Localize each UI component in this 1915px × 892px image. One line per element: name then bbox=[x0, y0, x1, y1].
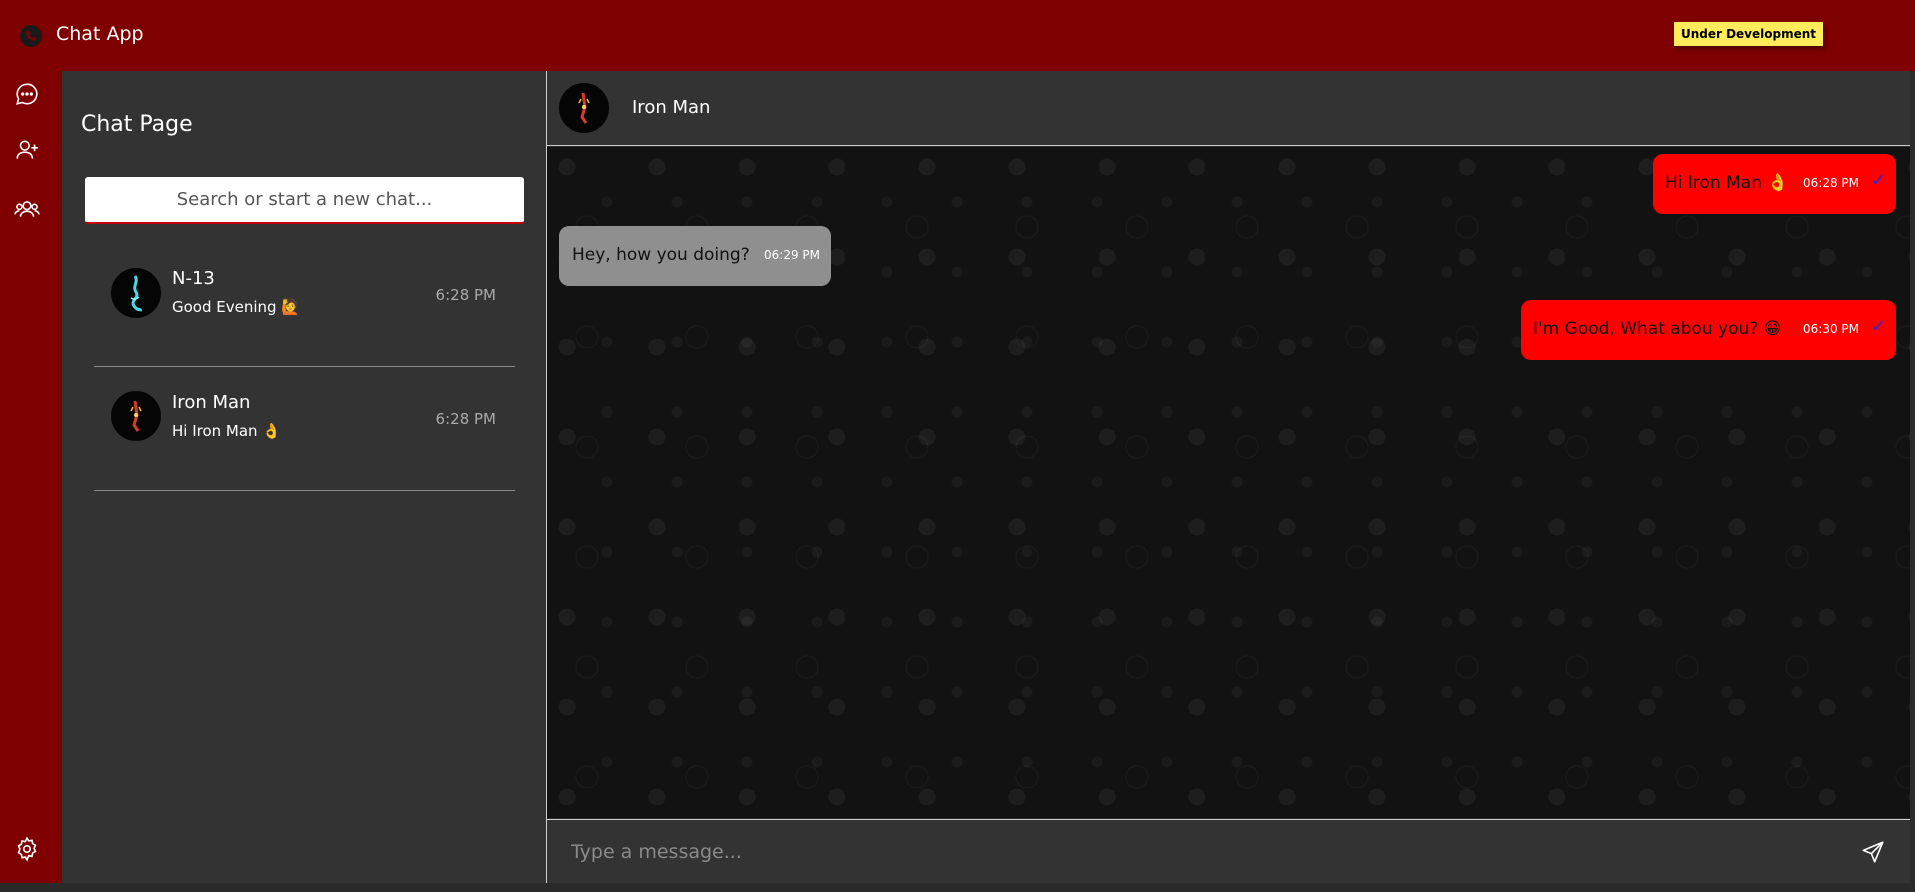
chat-preview: Hi Iron Man 👌 bbox=[172, 422, 282, 440]
message-composer bbox=[547, 819, 1910, 883]
chat-preview: Good Evening 🙋 bbox=[172, 298, 300, 316]
message-incoming: Hey, how you doing? 06:29 PM bbox=[559, 226, 831, 286]
chat-name: Iron Man bbox=[172, 392, 251, 413]
chat-time: 6:28 PM bbox=[435, 286, 496, 304]
avatar[interactable] bbox=[559, 83, 609, 133]
page-title: Chat Page bbox=[81, 112, 193, 137]
send-icon[interactable] bbox=[1860, 839, 1886, 865]
message-time: 06:30 PM bbox=[1803, 322, 1859, 336]
status-badge: Under Development bbox=[1674, 22, 1823, 46]
message-outgoing: I'm Good, What abou you? 😁 06:30 PM ✓ bbox=[1521, 300, 1896, 360]
chat-item-n13[interactable]: N-13 Good Evening 🙋 6:28 PM bbox=[94, 244, 515, 367]
message-input[interactable] bbox=[571, 836, 1811, 868]
message-text: I'm Good, What abou you? 😁 bbox=[1533, 319, 1782, 339]
message-text: Hi Iron Man 👌 bbox=[1665, 173, 1789, 193]
window-bottom-edge bbox=[0, 883, 1915, 892]
contact-name: Iron Man bbox=[632, 97, 711, 118]
chat-time: 6:28 PM bbox=[435, 410, 496, 428]
nav-rail bbox=[0, 71, 62, 883]
groups-icon[interactable] bbox=[14, 196, 40, 222]
top-bar: Chat App Under Development bbox=[0, 0, 1915, 71]
settings-icon[interactable] bbox=[14, 836, 40, 862]
message-time: 06:29 PM bbox=[764, 248, 820, 262]
avatar bbox=[111, 391, 161, 441]
message-time: 06:28 PM bbox=[1803, 176, 1859, 190]
chat-item-iron-man[interactable]: Iron Man Hi Iron Man 👌 6:28 PM bbox=[94, 368, 515, 491]
app-logo-icon bbox=[20, 25, 42, 47]
read-check-icon: ✓ bbox=[1871, 170, 1887, 191]
message-list[interactable]: Hi Iron Man 👌 06:28 PM ✓ Hey, how you do… bbox=[547, 147, 1910, 818]
app-title: Chat App bbox=[56, 23, 144, 45]
message-outgoing: Hi Iron Man 👌 06:28 PM ✓ bbox=[1653, 154, 1896, 214]
chats-icon[interactable] bbox=[14, 81, 40, 107]
read-check-icon: ✓ bbox=[1871, 316, 1887, 337]
chat-name: N-13 bbox=[172, 268, 215, 289]
search-input[interactable] bbox=[85, 177, 524, 224]
add-contact-icon[interactable] bbox=[14, 137, 40, 163]
message-text: Hey, how you doing? bbox=[572, 245, 750, 265]
avatar bbox=[111, 268, 161, 318]
chat-list-panel: Chat Page N-13 Good Evening 🙋 6:28 PM Ir… bbox=[62, 71, 546, 883]
conversation-header: Iron Man bbox=[547, 71, 1910, 146]
